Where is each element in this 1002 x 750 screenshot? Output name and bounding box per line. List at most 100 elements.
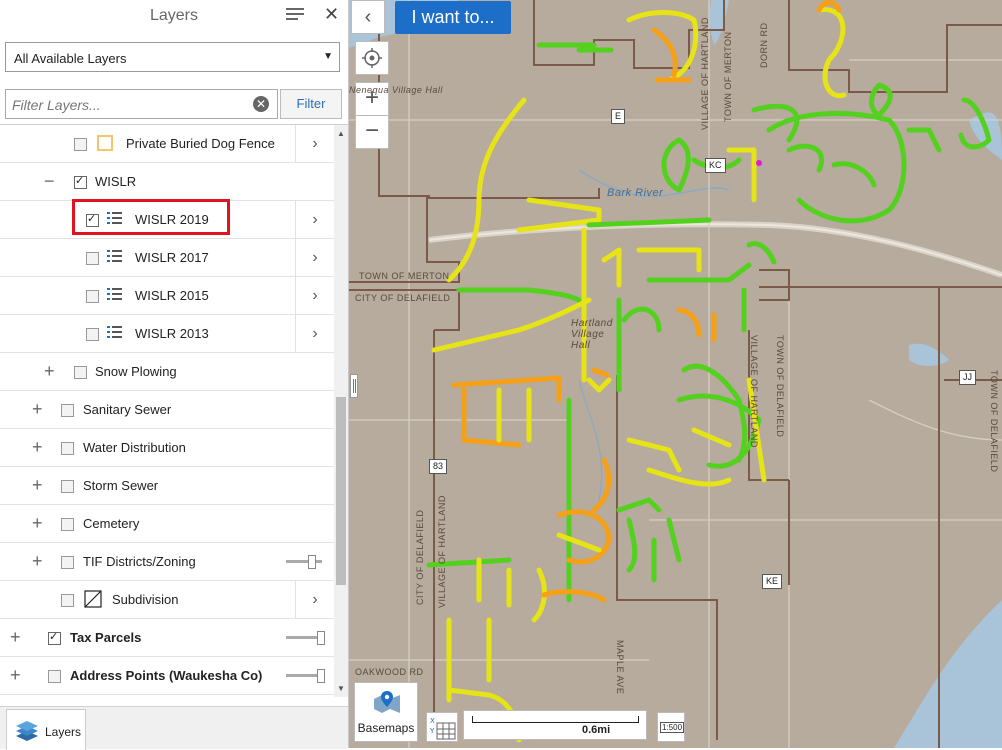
layer-label: Address Points (Waukesha Co) <box>70 668 263 683</box>
scale-bar-label: 0.6mi <box>582 724 611 736</box>
layer-label: WISLR 2017 <box>135 250 209 265</box>
route-shield-jj: JJ <box>959 370 976 385</box>
map-label: VILLAGE OF HARTLAND <box>749 335 759 448</box>
layer-checkbox[interactable] <box>61 480 74 493</box>
map-label: TOWN OF MERTON <box>723 31 733 122</box>
i-want-to-button[interactable]: I want to... <box>395 1 511 34</box>
layer-row-wislr-2015: WISLR 2015 › <box>0 277 334 315</box>
expand-icon[interactable]: + <box>32 475 43 496</box>
map-label: OAKWOOD RD <box>355 667 424 677</box>
layers-tab[interactable]: Layers <box>6 709 86 750</box>
layer-row-sanitary-sewer: + Sanitary Sewer <box>0 391 334 429</box>
layer-checkbox[interactable] <box>61 556 74 569</box>
panel-resize-handle[interactable] <box>350 374 358 398</box>
opacity-slider[interactable] <box>286 555 324 569</box>
map-label: CITY OF DELAFIELD <box>415 509 425 605</box>
chevron-right-icon[interactable]: › <box>295 125 334 162</box>
layer-checkbox[interactable] <box>48 630 61 645</box>
chevron-right-icon[interactable]: › <box>295 315 334 352</box>
layers-panel: Layers ✕ All Available Layers ▼ ✕ Filter… <box>0 0 349 750</box>
layer-list-scrollbar[interactable]: ▲ ▼ <box>334 125 348 697</box>
map-view[interactable]: ‹ I want to... + − E KC JJ 83 KE TOWN OF… <box>349 0 1002 748</box>
chevron-right-icon[interactable]: › <box>295 201 334 238</box>
collapse-icon[interactable]: − <box>44 171 55 192</box>
menu-icon[interactable] <box>286 8 304 24</box>
layer-label: WISLR 2013 <box>135 326 209 341</box>
route-shield-e: E <box>611 109 626 124</box>
map-label: VILLAGE OF HARTLAND <box>437 495 447 608</box>
zoom-out-button[interactable]: − <box>355 115 389 149</box>
basemaps-button[interactable]: Basemaps <box>354 682 418 742</box>
scale-bar-line <box>472 716 639 723</box>
chevron-right-icon[interactable]: › <box>295 277 334 314</box>
expand-icon[interactable]: + <box>10 665 21 686</box>
layer-row-water-distribution: + Water Distribution <box>0 429 334 467</box>
map-label: TOWN OF MERTON <box>359 271 450 281</box>
legend-list-icon <box>106 210 124 228</box>
locate-icon <box>362 48 382 68</box>
layer-checkbox[interactable] <box>86 252 99 265</box>
layer-row-storm-sewer: + Storm Sewer <box>0 467 334 505</box>
chevron-right-icon[interactable]: › <box>295 239 334 276</box>
filter-box: ✕ <box>5 89 278 120</box>
svg-text:X: X <box>430 717 435 725</box>
layer-group-select[interactable]: All Available Layers ▼ <box>5 42 340 72</box>
filter-button[interactable]: Filter <box>280 89 342 119</box>
layer-label: Storm Sewer <box>83 478 159 493</box>
expand-icon[interactable]: + <box>44 361 55 382</box>
layer-row-wislr-2017: WISLR 2017 › <box>0 239 334 277</box>
basemaps-label: Basemaps <box>357 721 415 735</box>
map-label: Bark River <box>607 187 664 199</box>
scrollbar-thumb[interactable] <box>336 397 346 585</box>
layer-label: Water Distribution <box>83 440 186 455</box>
layer-checkbox[interactable] <box>74 174 87 189</box>
legend-list-icon <box>106 324 124 342</box>
coordinates-button[interactable]: X Y <box>426 712 458 742</box>
layer-checkbox[interactable] <box>74 366 87 379</box>
layers-tab-label: Layers <box>45 725 82 739</box>
layer-row-cemetery: + Cemetery <box>0 505 334 543</box>
expand-icon[interactable]: + <box>32 551 43 572</box>
layer-checkbox[interactable] <box>86 290 99 303</box>
route-shield-83: 83 <box>429 459 448 474</box>
layer-row-private-buried-dog-fence: Private Buried Dog Fence › <box>0 125 334 163</box>
basemap <box>349 0 1002 748</box>
layer-checkbox[interactable] <box>86 212 99 227</box>
close-icon[interactable]: ✕ <box>324 4 339 25</box>
expand-icon[interactable]: + <box>32 437 43 458</box>
panel-header: Layers ✕ <box>0 0 348 34</box>
legend-list-icon <box>106 248 124 266</box>
opacity-slider[interactable] <box>286 669 325 683</box>
chevron-left-icon: ‹ <box>364 6 372 28</box>
layer-row-tif-districts-zoning: + TIF Districts/Zoning <box>0 543 334 581</box>
map-label: MAPLE AVE <box>615 640 625 695</box>
expand-icon[interactable]: + <box>10 627 21 648</box>
layer-label: Tax Parcels <box>70 630 142 645</box>
layer-checkbox[interactable] <box>86 328 99 341</box>
minus-icon: − <box>364 117 379 144</box>
legend-list-icon <box>106 286 124 304</box>
map-label: TOWN OF DELAFIELD <box>989 370 999 473</box>
layer-checkbox[interactable] <box>61 404 74 417</box>
locate-button[interactable] <box>355 41 389 75</box>
basemap-pin-icon <box>374 691 400 713</box>
panel-footer: Layers <box>0 706 348 750</box>
layer-checkbox[interactable] <box>48 670 61 683</box>
layer-checkbox[interactable] <box>74 138 87 151</box>
expand-icon[interactable]: + <box>32 399 43 420</box>
scroll-down-icon[interactable]: ▼ <box>337 684 345 693</box>
layer-label: WISLR 2015 <box>135 288 209 303</box>
opacity-slider[interactable] <box>286 631 325 645</box>
svg-text:Y: Y <box>429 727 435 735</box>
clear-icon[interactable]: ✕ <box>253 96 269 112</box>
collapse-panel-button[interactable]: ‹ <box>351 0 385 34</box>
scroll-up-icon[interactable]: ▲ <box>337 129 345 138</box>
layer-checkbox[interactable] <box>61 442 74 455</box>
filter-input[interactable] <box>6 90 254 120</box>
chevron-right-icon[interactable]: › <box>295 581 334 618</box>
scale-ratio-button[interactable]: 1:500 <box>657 712 685 742</box>
expand-icon[interactable]: + <box>32 513 43 534</box>
caret-down-icon: ▼ <box>323 51 333 62</box>
layer-checkbox[interactable] <box>61 594 74 607</box>
layer-checkbox[interactable] <box>61 518 74 531</box>
